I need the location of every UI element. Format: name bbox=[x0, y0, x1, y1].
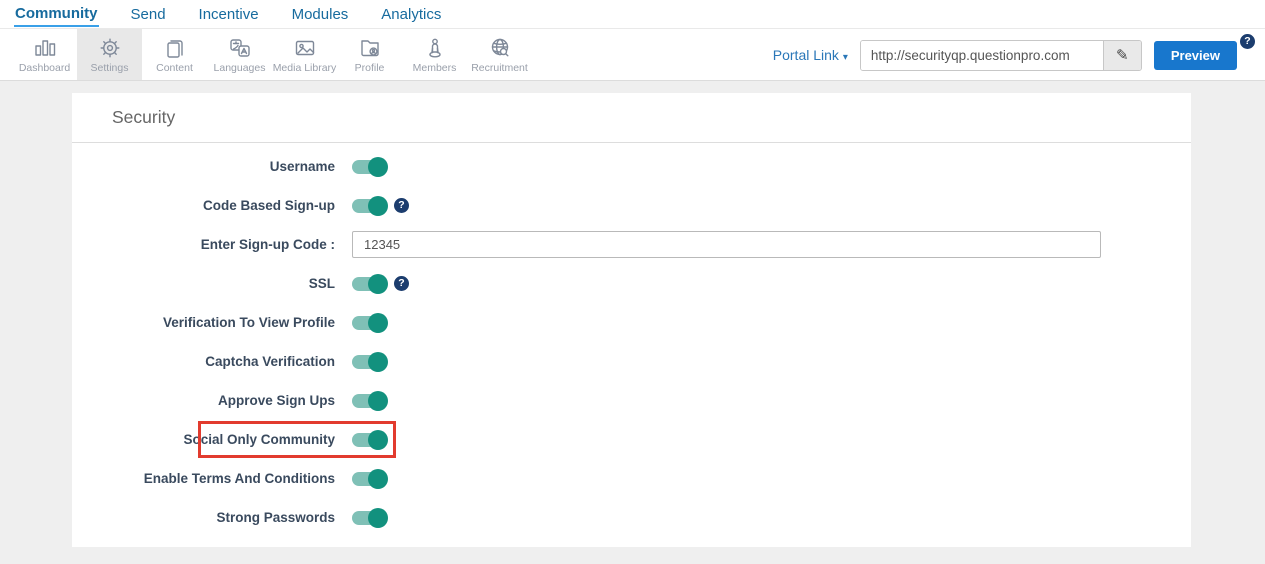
help-icon[interactable]: ? bbox=[1240, 34, 1255, 49]
setting-label: Username bbox=[72, 159, 335, 174]
tool-label: Media Library bbox=[273, 62, 337, 74]
captcha-verification-toggle[interactable] bbox=[352, 355, 386, 369]
nav-item-incentive[interactable]: Incentive bbox=[198, 3, 260, 26]
setting-row-username: Username bbox=[72, 147, 1191, 186]
gear-icon bbox=[97, 35, 123, 61]
tool-label: Dashboard bbox=[19, 62, 70, 74]
tool-languages[interactable]: Languages bbox=[207, 29, 272, 80]
setting-row-signup-code: Enter Sign-up Code : bbox=[72, 225, 1191, 264]
preview-button[interactable]: Preview bbox=[1154, 41, 1237, 70]
nav-item-analytics[interactable]: Analytics bbox=[380, 3, 442, 26]
globe-search-icon bbox=[487, 35, 513, 61]
strong-passwords-toggle[interactable] bbox=[352, 511, 386, 525]
verification-to-view-profile-toggle[interactable] bbox=[352, 316, 386, 330]
tool-label: Settings bbox=[91, 62, 129, 74]
setting-row-approve-sign-ups: Approve Sign Ups bbox=[72, 381, 1191, 420]
enable-terms-and-conditions-toggle[interactable] bbox=[352, 472, 386, 486]
setting-row-strong-passwords: Strong Passwords bbox=[72, 498, 1191, 537]
translate-icon bbox=[227, 35, 253, 61]
setting-label: Verification To View Profile bbox=[72, 315, 335, 330]
social-only-community-toggle[interactable] bbox=[352, 433, 386, 447]
tool-label: Profile bbox=[355, 62, 385, 74]
portal-area: Portal Link ▾ ✎ Preview bbox=[773, 29, 1237, 81]
portal-link-dropdown[interactable]: Portal Link ▾ bbox=[773, 47, 848, 63]
profile-folder-icon bbox=[357, 35, 383, 61]
setting-label: Social Only Community bbox=[72, 432, 335, 447]
code-based-signup-toggle[interactable] bbox=[352, 199, 386, 213]
nav-item-community[interactable]: Community bbox=[14, 2, 99, 27]
edit-url-button[interactable]: ✎ bbox=[1103, 41, 1141, 70]
toolbar: Dashboard Settings Con bbox=[0, 29, 1265, 81]
tool-dashboard[interactable]: Dashboard bbox=[12, 29, 77, 80]
tool-label: Languages bbox=[214, 62, 266, 74]
help-icon[interactable]: ? bbox=[394, 276, 409, 291]
tool-profile[interactable]: Profile bbox=[337, 29, 402, 80]
setting-label: Enable Terms And Conditions bbox=[72, 471, 335, 486]
tool-label: Recruitment bbox=[471, 62, 528, 74]
setting-row-captcha-verification: Captcha Verification bbox=[72, 342, 1191, 381]
tool-label: Members bbox=[413, 62, 457, 74]
pencil-icon: ✎ bbox=[1116, 46, 1129, 64]
setting-label: Strong Passwords bbox=[72, 510, 335, 525]
pages-icon bbox=[162, 35, 188, 61]
top-nav: Community Send Incentive Modules Analyti… bbox=[0, 0, 1265, 29]
security-settings-card: Security Username Code Based Sign-up ? E… bbox=[72, 93, 1191, 547]
setting-row-code-based-signup: Code Based Sign-up ? bbox=[72, 186, 1191, 225]
settings-rows: Username Code Based Sign-up ? Enter Sign… bbox=[72, 143, 1191, 537]
setting-row-ssl: SSL ? bbox=[72, 264, 1191, 303]
page-title: Security bbox=[72, 93, 1191, 143]
tool-content[interactable]: Content bbox=[142, 29, 207, 80]
portal-url-input[interactable] bbox=[861, 41, 1103, 70]
username-toggle[interactable] bbox=[352, 160, 386, 174]
setting-row-enable-terms-and-conditions: Enable Terms And Conditions bbox=[72, 459, 1191, 498]
chevron-down-icon: ▾ bbox=[843, 52, 848, 63]
help-icon[interactable]: ? bbox=[394, 198, 409, 213]
tool-label: Content bbox=[156, 62, 193, 74]
tool-members[interactable]: Members bbox=[402, 29, 467, 80]
nav-item-send[interactable]: Send bbox=[130, 3, 167, 26]
portal-url-group: ✎ bbox=[860, 40, 1142, 71]
setting-label: SSL bbox=[72, 276, 335, 291]
setting-row-social-only-community: Social Only Community bbox=[72, 420, 1191, 459]
image-icon bbox=[292, 35, 318, 61]
tool-media-library[interactable]: Media Library bbox=[272, 29, 337, 80]
nav-item-modules[interactable]: Modules bbox=[291, 3, 350, 26]
tool-settings[interactable]: Settings bbox=[77, 29, 142, 80]
person-icon bbox=[422, 35, 448, 61]
setting-label: Approve Sign Ups bbox=[72, 393, 335, 408]
ssl-toggle[interactable] bbox=[352, 277, 386, 291]
setting-label: Enter Sign-up Code : bbox=[72, 237, 335, 252]
setting-label: Captcha Verification bbox=[72, 354, 335, 369]
setting-row-verification-to-view-profile: Verification To View Profile bbox=[72, 303, 1191, 342]
setting-label: Code Based Sign-up bbox=[72, 198, 335, 213]
approve-sign-ups-toggle[interactable] bbox=[352, 394, 386, 408]
tool-recruitment[interactable]: Recruitment bbox=[467, 29, 532, 80]
signup-code-input[interactable] bbox=[352, 231, 1101, 258]
bar-chart-icon bbox=[32, 35, 58, 61]
